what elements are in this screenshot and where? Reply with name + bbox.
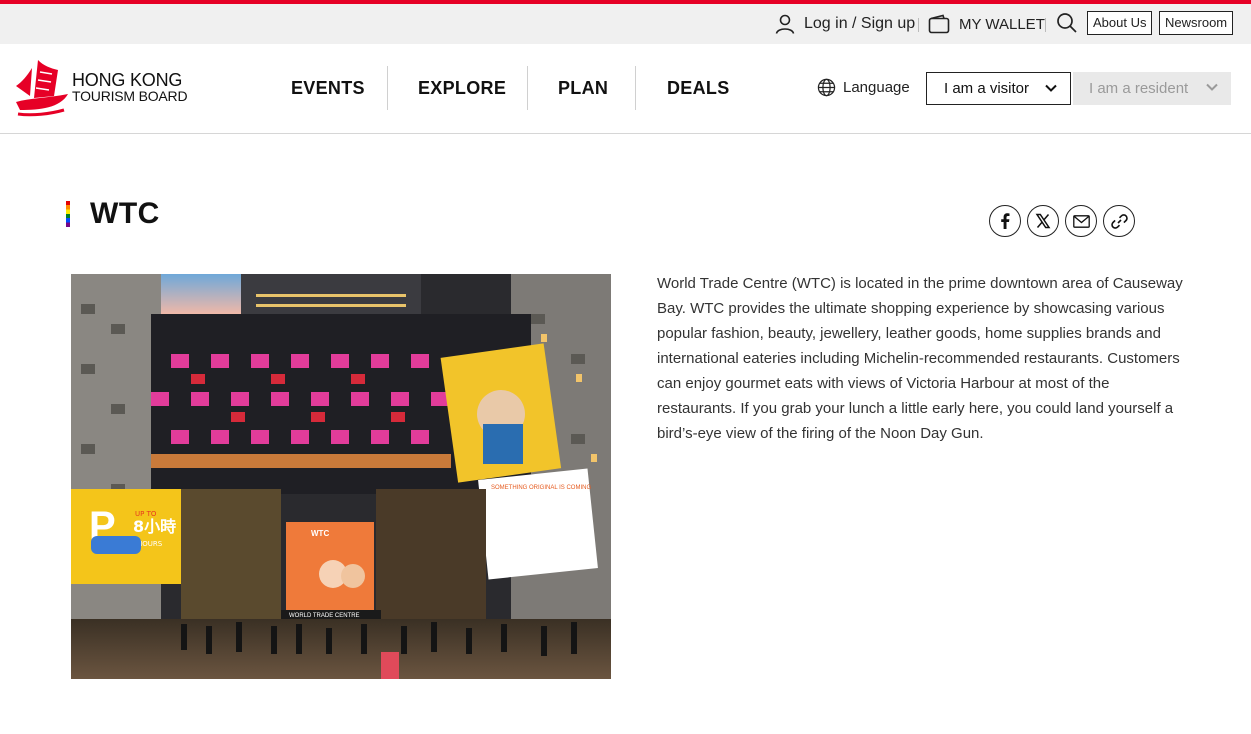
- visitor-label: I am a visitor: [944, 80, 1030, 97]
- hktb-logo[interactable]: HONG KONG TOURISM BOARD: [14, 58, 194, 120]
- user-icon: [775, 14, 795, 34]
- logo-line1: HONG KONG: [72, 70, 183, 90]
- logo-wordmark: HONG KONG TOURISM BOARD: [72, 70, 188, 104]
- newsroom-button[interactable]: Newsroom: [1159, 11, 1234, 35]
- nav-item-deals[interactable]: DEALS: [667, 66, 730, 110]
- page-description: World Trade Centre (WTC) is located in t…: [657, 275, 1183, 442]
- nav-item-plan[interactable]: PLAN: [558, 66, 608, 110]
- share-email-button[interactable]: [1065, 205, 1097, 237]
- facebook-icon: [1001, 213, 1010, 229]
- utility-divider: [1045, 18, 1046, 32]
- wtc-photo: SOMETHING ORIGINAL IS COMING P UP TO 8小時…: [71, 274, 611, 679]
- my-wallet-link[interactable]: MY WALLET: [928, 12, 1045, 36]
- nav-divider: [387, 66, 388, 110]
- language-label: Language: [843, 79, 910, 96]
- junk-boat-logo-icon: [16, 60, 68, 117]
- search-button[interactable]: [1056, 12, 1080, 36]
- main-header: HONG KONG TOURISM BOARD EVENTS EXPLORE P…: [0, 44, 1251, 134]
- nav-deals-label: DEALS: [667, 77, 730, 98]
- x-icon: [1035, 213, 1051, 229]
- title-accent-bar: [66, 201, 70, 227]
- chevron-down-icon: [1206, 83, 1218, 91]
- language-selector[interactable]: Language: [817, 78, 910, 97]
- utility-divider: [918, 18, 919, 32]
- nav-item-explore[interactable]: EXPLORE: [418, 66, 506, 110]
- link-icon: [1110, 213, 1128, 229]
- resident-label: I am a resident: [1089, 80, 1189, 97]
- login-signup-label: Log in / Sign up: [804, 15, 916, 32]
- utility-bar: Log in / Sign up MY WALLET About Us News…: [0, 4, 1251, 44]
- nav-events-label: EVENTS: [291, 77, 365, 98]
- visitor-selector[interactable]: I am a visitor: [926, 72, 1071, 105]
- login-signup-link[interactable]: Log in / Sign up: [774, 12, 915, 36]
- poster-right-text: SOMETHING ORIGINAL IS COMING: [491, 485, 591, 491]
- share-x-button[interactable]: [1027, 205, 1059, 237]
- chevron-down-icon: [1045, 84, 1057, 92]
- nav-explore-label: EXPLORE: [418, 77, 507, 98]
- billboard-left-text: 8小時: [133, 517, 176, 536]
- about-us-button[interactable]: About Us: [1087, 11, 1153, 35]
- globe-icon: [817, 78, 836, 97]
- poster-wtc-text: WTC: [311, 529, 329, 538]
- wtc-building-image: SOMETHING ORIGINAL IS COMING P UP TO 8小時…: [71, 274, 611, 679]
- wallet-icon: [928, 14, 950, 34]
- my-wallet-label: MY WALLET: [959, 15, 1045, 33]
- nav-divider: [635, 66, 636, 110]
- copy-link-button[interactable]: [1103, 205, 1135, 237]
- entrance-sign-text: WORLD TRADE CENTRE: [289, 613, 360, 619]
- mail-icon: [1072, 214, 1090, 228]
- page-title: WTC: [90, 197, 160, 230]
- search-icon: [1057, 13, 1077, 33]
- nav-item-events[interactable]: EVENTS: [291, 66, 365, 110]
- nav-divider: [527, 66, 528, 110]
- nav-plan-label: PLAN: [558, 77, 609, 98]
- logo-line2: TOURISM BOARD: [72, 88, 188, 104]
- share-facebook-button[interactable]: [989, 205, 1021, 237]
- resident-selector[interactable]: I am a resident: [1073, 72, 1231, 105]
